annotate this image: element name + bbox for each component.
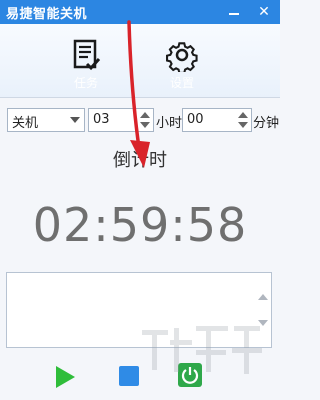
minutes-spinbox[interactable]: 00 (182, 108, 252, 132)
minimize-icon (229, 13, 239, 15)
hours-spinbox[interactable]: 03 (88, 108, 154, 132)
title-bar: 易捷智能关机 ✕ (0, 0, 280, 24)
countdown-label: 倒计时 (113, 150, 167, 171)
watermark-logo (142, 326, 262, 374)
hours-spin-arrows[interactable] (139, 110, 151, 130)
spin-up-icon[interactable] (238, 112, 248, 118)
chevron-down-icon (70, 117, 80, 123)
window-title: 易捷智能关机 (6, 7, 88, 22)
close-icon: ✕ (258, 4, 270, 20)
spin-up-icon[interactable] (140, 112, 150, 118)
hours-value: 03 (93, 112, 110, 127)
task-button[interactable]: 任务 (56, 38, 116, 91)
gear-icon (166, 42, 198, 72)
timer-controls: 关机 03 小时 00 分钟 (0, 108, 280, 134)
action-select[interactable]: 关机 (7, 108, 85, 132)
minutes-value: 00 (187, 112, 204, 127)
spin-down-icon[interactable] (140, 122, 150, 128)
action-select-value: 关机 (12, 116, 39, 131)
hours-unit-label: 小时 (156, 116, 183, 131)
play-icon[interactable] (56, 366, 75, 388)
spin-down-icon[interactable] (238, 122, 248, 128)
minimize-button[interactable] (220, 0, 248, 24)
settings-button[interactable]: 设置 (152, 38, 212, 91)
close-button[interactable]: ✕ (250, 0, 278, 24)
countdown-timer: 02:59:58 (32, 198, 248, 252)
task-label: 任务 (73, 76, 98, 90)
minutes-unit-label: 分钟 (253, 116, 280, 131)
settings-label: 设置 (169, 76, 194, 90)
minutes-spin-arrows[interactable] (237, 110, 249, 130)
toolbar: 任务 设置 (0, 24, 280, 98)
scroll-up-icon[interactable] (258, 294, 268, 300)
task-list-icon (73, 39, 101, 71)
